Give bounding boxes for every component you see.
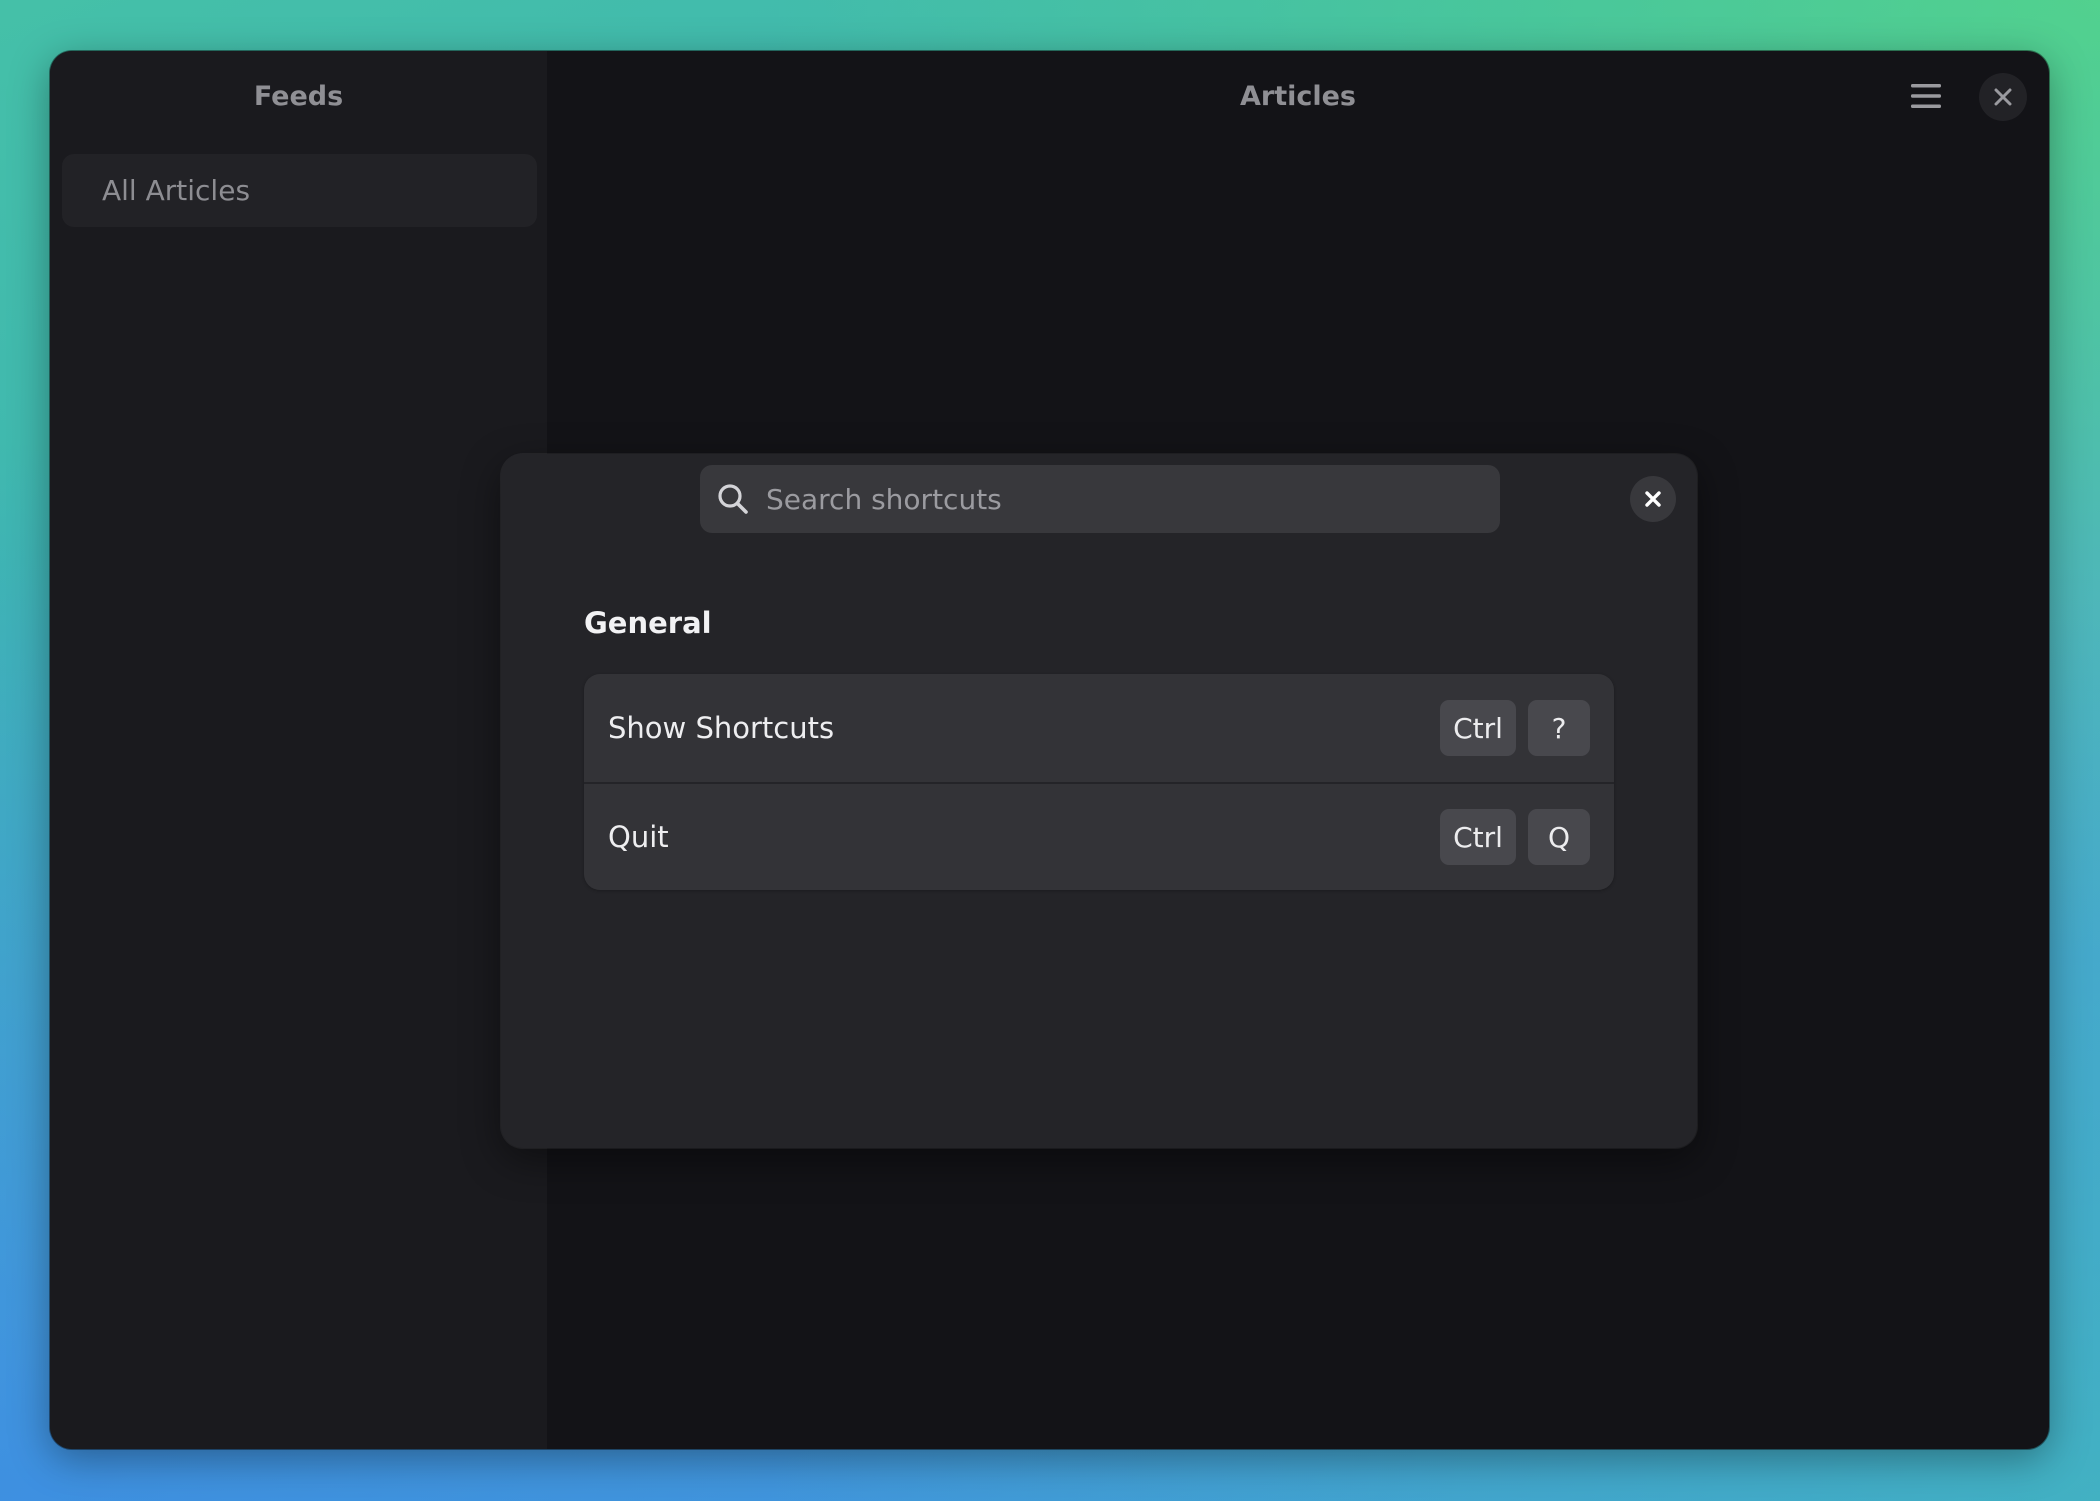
articles-header: Articles xyxy=(547,51,2049,141)
key-combo: Ctrl ? xyxy=(1440,700,1590,756)
key-ctrl: Ctrl xyxy=(1440,700,1516,756)
content-title: Articles xyxy=(1239,80,1356,112)
search-input[interactable] xyxy=(764,464,1500,534)
shortcuts-dialog: General Show Shortcuts Ctrl ? Quit Ctrl … xyxy=(501,454,1697,1148)
close-icon xyxy=(1645,491,1661,507)
key-question-mark: ? xyxy=(1528,700,1590,756)
window-close-button[interactable] xyxy=(1979,73,2027,121)
app-window: Feeds All Articles Articles Search short… xyxy=(50,51,2049,1449)
shortcut-list: Show Shortcuts Ctrl ? Quit Ctrl Q xyxy=(584,674,1614,890)
key-combo: Ctrl Q xyxy=(1440,809,1590,865)
feeds-sidebar: Feeds All Articles xyxy=(50,51,547,1449)
key-q: Q xyxy=(1528,809,1590,865)
dialog-close-button[interactable] xyxy=(1630,476,1676,522)
shortcut-label: Quit xyxy=(608,820,669,854)
shortcut-row-quit: Quit Ctrl Q xyxy=(584,782,1614,890)
shortcut-row-show-shortcuts: Show Shortcuts Ctrl ? xyxy=(584,674,1614,782)
sidebar-item-all-articles[interactable]: All Articles xyxy=(62,154,537,227)
sidebar-header: Feeds xyxy=(50,51,547,141)
hamburger-menu-icon xyxy=(1911,84,1941,108)
sidebar-item-label: All Articles xyxy=(102,174,251,207)
search-icon xyxy=(716,482,750,516)
shortcut-label: Show Shortcuts xyxy=(608,711,835,745)
main-menu-button[interactable] xyxy=(1909,79,1943,113)
section-title-general: General xyxy=(584,606,712,640)
close-icon xyxy=(1994,88,2012,106)
search-box[interactable] xyxy=(700,464,1500,534)
sidebar-title: Feeds xyxy=(253,80,344,112)
key-ctrl: Ctrl xyxy=(1440,809,1516,865)
